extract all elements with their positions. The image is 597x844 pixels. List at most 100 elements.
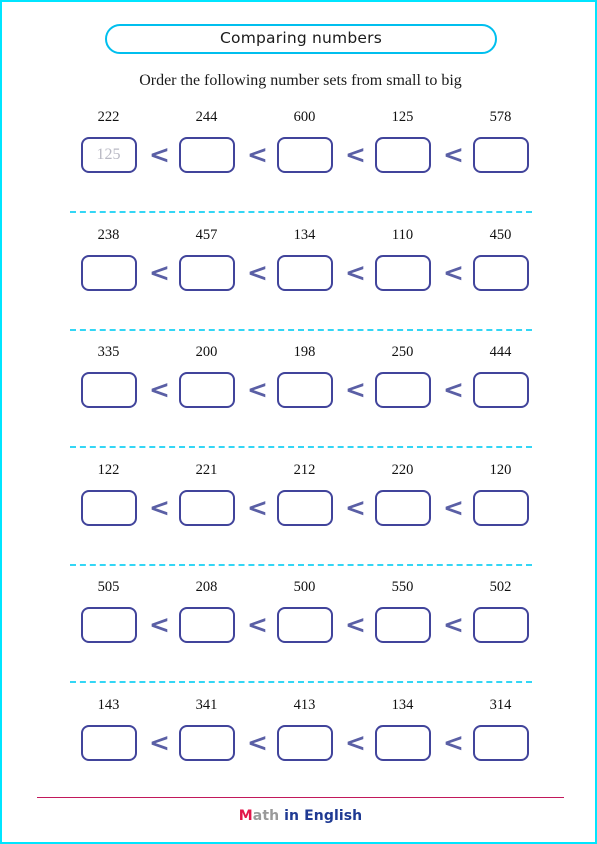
less-than-icon: < — [345, 610, 366, 639]
less-than-icon: < — [247, 257, 268, 287]
number-set: 335 200 198 250 444 — [71, 345, 531, 371]
number-set: 143 341 413 134 314 — [71, 696, 531, 724]
footer-logo: Math in English — [2, 808, 595, 824]
less-than-icon: < — [443, 610, 464, 639]
answer-box[interactable] — [80, 489, 137, 526]
less-than-icon: < — [443, 375, 464, 404]
answer-box[interactable] — [374, 372, 431, 408]
answer-box[interactable] — [374, 489, 431, 526]
row-divider — [70, 563, 532, 566]
page-title: Comparing numbers — [220, 29, 382, 48]
title-box: Comparing numbers — [105, 24, 497, 54]
less-than-icon: < — [247, 610, 268, 639]
answer-box[interactable] — [178, 607, 235, 643]
answer-box[interactable] — [276, 489, 333, 526]
less-than-icon: < — [247, 727, 268, 757]
number-label: 600 — [293, 109, 316, 125]
row-divider — [70, 328, 532, 331]
number-label: 221 — [195, 461, 218, 478]
number-label: 122 — [97, 461, 120, 478]
less-than-icon: < — [345, 140, 366, 169]
answer-box[interactable] — [276, 137, 333, 173]
answer-box[interactable] — [472, 724, 529, 761]
logo-text-ath: ath — [252, 808, 280, 824]
answer-box[interactable] — [178, 724, 235, 761]
exercise-row-inner: 505 208 500 550 502 < < < < — [71, 580, 531, 660]
answer-box[interactable] — [276, 724, 333, 761]
exercise-list: 222 244 600 125 578 125 < < < <238 457 134 110 450 < < <… — [2, 110, 595, 815]
answer-row: < < < < — [71, 254, 531, 295]
less-than-icon: < — [345, 257, 366, 287]
less-than-icon: < — [443, 727, 464, 757]
number-label: 341 — [195, 696, 218, 713]
exercise-row: 122 221 212 220 120 < < < < — [2, 461, 595, 581]
exercise-row: 335 200 198 250 444 < < < < — [2, 345, 595, 463]
number-label: 413 — [293, 696, 316, 713]
answer-box[interactable] — [178, 137, 235, 173]
row-divider — [70, 211, 532, 213]
number-label: 457 — [195, 226, 218, 243]
number-label: 450 — [489, 226, 512, 243]
less-than-icon: < — [149, 140, 170, 169]
answer-box[interactable] — [374, 724, 431, 761]
number-label: 134 — [391, 696, 414, 713]
logo-letter-m: M — [238, 808, 253, 824]
answer-box[interactable] — [374, 137, 431, 173]
number-label: 222 — [97, 109, 120, 125]
number-set: 222 244 600 125 578 — [71, 110, 531, 136]
answer-box[interactable] — [80, 607, 137, 643]
number-label: 550 — [391, 579, 414, 595]
row-divider — [70, 681, 532, 683]
less-than-icon: < — [149, 257, 170, 287]
answer-box[interactable] — [178, 254, 235, 291]
worksheet-page: Comparing numbers Order the following nu… — [0, 0, 597, 844]
answer-box[interactable] — [472, 372, 529, 408]
answer-box[interactable] — [472, 607, 529, 643]
number-label: 502 — [489, 579, 512, 595]
less-than-icon: < — [443, 257, 464, 287]
answer-box[interactable] — [178, 372, 235, 408]
logo-text-in-english: in English — [279, 808, 363, 824]
answer-box[interactable] — [276, 607, 333, 643]
footer-divider — [37, 797, 564, 798]
number-label: 505 — [97, 579, 120, 595]
number-label: 578 — [489, 109, 512, 125]
answer-box[interactable] — [80, 372, 137, 408]
exercise-row: 222 244 600 125 578 125 < < < < — [2, 110, 595, 228]
answer-box[interactable]: 125 — [80, 137, 137, 173]
less-than-icon: < — [247, 140, 268, 169]
exercise-row: 505 208 500 550 502 < < < < — [2, 580, 595, 698]
number-label: 335 — [97, 344, 120, 360]
answer-box[interactable] — [80, 254, 137, 291]
answer-row: < < < < — [71, 489, 531, 530]
answer-box[interactable] — [472, 254, 529, 291]
number-label: 212 — [293, 461, 316, 478]
number-label: 200 — [195, 344, 218, 360]
number-label: 238 — [97, 226, 120, 243]
answer-box[interactable] — [178, 489, 235, 526]
exercise-row-inner: 238 457 134 110 450 < < < < — [71, 226, 531, 308]
answer-box[interactable] — [276, 254, 333, 291]
less-than-icon: < — [345, 492, 366, 522]
answer-box[interactable] — [472, 489, 529, 526]
answer-box[interactable] — [374, 607, 431, 643]
less-than-icon: < — [345, 375, 366, 404]
number-set: 505 208 500 550 502 — [71, 580, 531, 606]
answer-box[interactable] — [374, 254, 431, 291]
answer-box[interactable] — [276, 372, 333, 408]
title-container: Comparing numbers — [105, 24, 497, 54]
less-than-icon: < — [149, 610, 170, 639]
exercise-row-inner: 122 221 212 220 120 < < < < — [71, 461, 531, 543]
exercise-row-inner: 335 200 198 250 444 < < < < — [71, 345, 531, 425]
number-label: 134 — [293, 226, 316, 243]
number-label: 250 — [391, 344, 414, 360]
less-than-icon: < — [149, 492, 170, 522]
less-than-icon: < — [345, 727, 366, 757]
number-label: 208 — [195, 579, 218, 595]
less-than-icon: < — [149, 375, 170, 404]
row-divider — [70, 446, 532, 448]
number-label: 444 — [489, 344, 512, 360]
answer-box[interactable] — [80, 724, 137, 761]
answer-box[interactable] — [472, 137, 529, 173]
instruction-text: Order the following number sets from sma… — [139, 72, 462, 89]
